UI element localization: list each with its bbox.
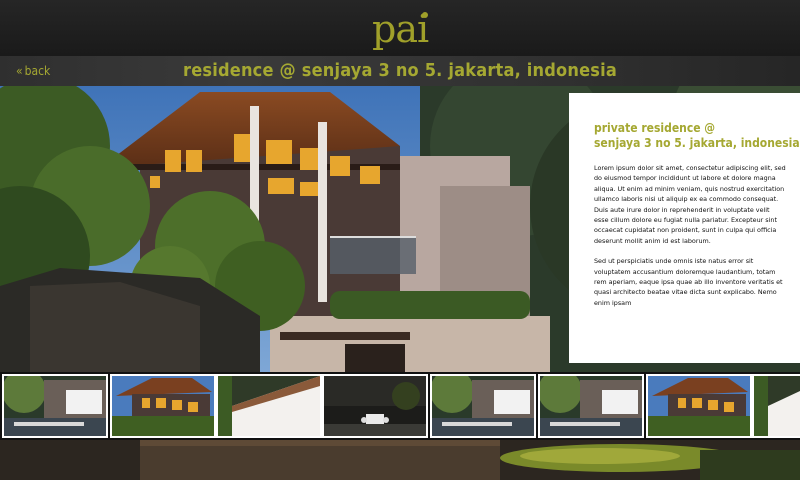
page-title: residence @ senjaya 3 no 5. jakarta, ind…	[183, 60, 617, 81]
background-image-bottom	[0, 440, 800, 480]
back-label: back	[24, 64, 51, 78]
info-paragraph: Lorem ipsum dolor sit amet, consectetur …	[594, 164, 786, 245]
logo-text: pai	[372, 7, 429, 51]
background-photo	[0, 440, 800, 480]
thumbnail-strip	[0, 372, 800, 440]
info-body: Lorem ipsum dolor sit amet, consectetur …	[594, 163, 786, 308]
info-heading-line2: senjaya 3 no 5. jakarta, indonesia	[594, 136, 800, 150]
thumbnail[interactable]	[322, 374, 428, 438]
info-panel: private residence @ senjaya 3 no 5. jaka…	[569, 93, 800, 363]
info-heading-line1: private residence @	[594, 121, 716, 135]
thumbnail[interactable]	[2, 374, 108, 438]
top-bar: pai	[0, 0, 800, 56]
info-paragraph: Sed ut perspiciatis unde omnis iste natu…	[594, 257, 783, 307]
thumbnail[interactable]	[752, 374, 800, 438]
double-chevron-left-icon: «	[16, 64, 23, 78]
logo-dot	[422, 12, 428, 18]
thumbnail[interactable]	[216, 374, 322, 438]
title-bar: residence @ senjaya 3 no 5. jakarta, ind…	[0, 56, 800, 86]
info-heading: private residence @ senjaya 3 no 5. jaka…	[594, 121, 800, 151]
thumbnail[interactable]	[538, 374, 644, 438]
thumbnail[interactable]	[110, 374, 216, 438]
thumbnail[interactable]	[430, 374, 536, 438]
back-link[interactable]: « back	[16, 63, 50, 79]
brand-logo[interactable]: pai	[370, 4, 434, 52]
thumbnail[interactable]	[646, 374, 752, 438]
